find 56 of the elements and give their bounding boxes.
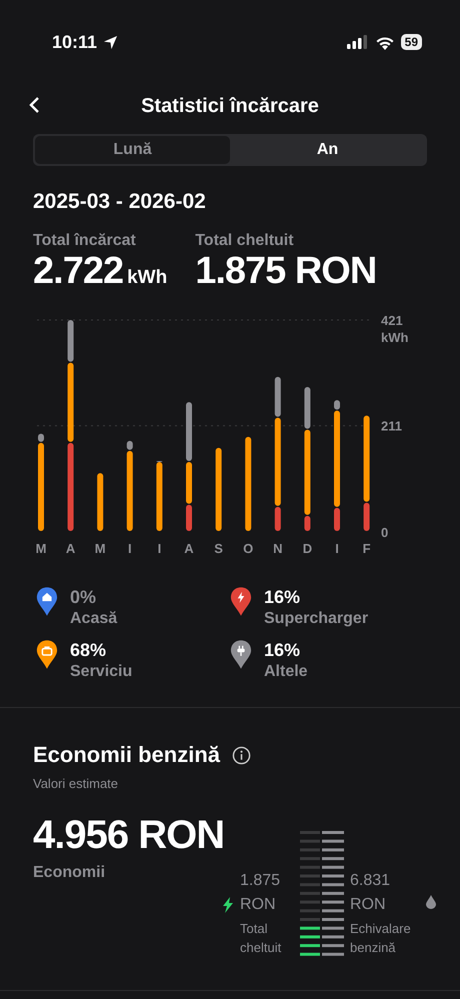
briefcase-pin-icon — [36, 640, 58, 670]
plug-pin-icon — [230, 640, 252, 670]
screen-title: Statistici încărcare — [141, 94, 319, 118]
fuel-value: 6.831 — [350, 870, 392, 890]
legend-percent: 68% — [70, 640, 108, 661]
period-range: 2025-03 - 2026-02 — [33, 190, 207, 214]
total-unit: kWh — [127, 267, 168, 288]
total-label: Total cheltuit — [195, 232, 295, 250]
spent-unit: RON — [240, 894, 277, 914]
back-chevron-icon — [28, 96, 40, 114]
month-label: A — [184, 541, 194, 556]
period-tab[interactable]: Lună — [35, 136, 230, 164]
month-label: A — [66, 541, 76, 556]
signal-icon — [346, 35, 369, 49]
legend-label: Acasă — [70, 610, 118, 628]
month-label: M — [36, 541, 46, 556]
section-title: Economii benzină — [33, 742, 220, 768]
total-value: 2.722 — [33, 250, 124, 292]
month-label: N — [273, 541, 282, 556]
month-label: M — [94, 541, 106, 556]
home-pin-icon — [36, 587, 58, 617]
legend-label: Supercharger — [264, 610, 368, 628]
spent-value: 1.875 — [240, 870, 282, 890]
status-time: 10:11 — [52, 32, 98, 52]
axis-tick-label: 421 — [381, 313, 403, 328]
location-arrow-icon — [103, 34, 118, 50]
wifi-icon — [374, 34, 395, 50]
month-label: I — [158, 541, 162, 556]
savings-amount: 4.956 RON — [33, 813, 224, 858]
month-label: D — [302, 541, 312, 556]
battery-level: 59 — [400, 34, 422, 50]
legend-label: Altele — [264, 663, 308, 681]
savings-label: Economii — [33, 864, 106, 882]
month-label: I — [128, 541, 132, 556]
lightning-pin-icon — [230, 587, 252, 617]
info-icon[interactable] — [232, 746, 252, 764]
legend-percent: 0% — [70, 587, 98, 608]
month-label: O — [243, 541, 254, 556]
legend-percent: 16% — [264, 587, 302, 608]
total-value: 1.875 RON — [195, 250, 376, 292]
axis-tick-label: 211 — [381, 418, 402, 434]
spent-label: Total cheltuit — [240, 920, 282, 956]
lightning-icon — [222, 896, 234, 912]
axis-unit-label: kWh — [381, 330, 408, 345]
fuel-label: Echivalare benzină — [350, 920, 412, 956]
total-label: Total încărcat — [33, 232, 137, 250]
chart-bar-segment — [97, 473, 104, 531]
drop-icon — [426, 894, 436, 908]
section-subtitle: Valori estimate — [33, 776, 120, 791]
month-label: I — [335, 541, 339, 556]
legend-label: Serviciu — [70, 663, 132, 681]
axis-tick-label: 0 — [381, 525, 388, 540]
month-label: F — [362, 541, 371, 556]
legend-percent: 16% — [264, 640, 302, 661]
fuel-unit: RON — [350, 894, 387, 914]
month-label: S — [214, 541, 223, 556]
